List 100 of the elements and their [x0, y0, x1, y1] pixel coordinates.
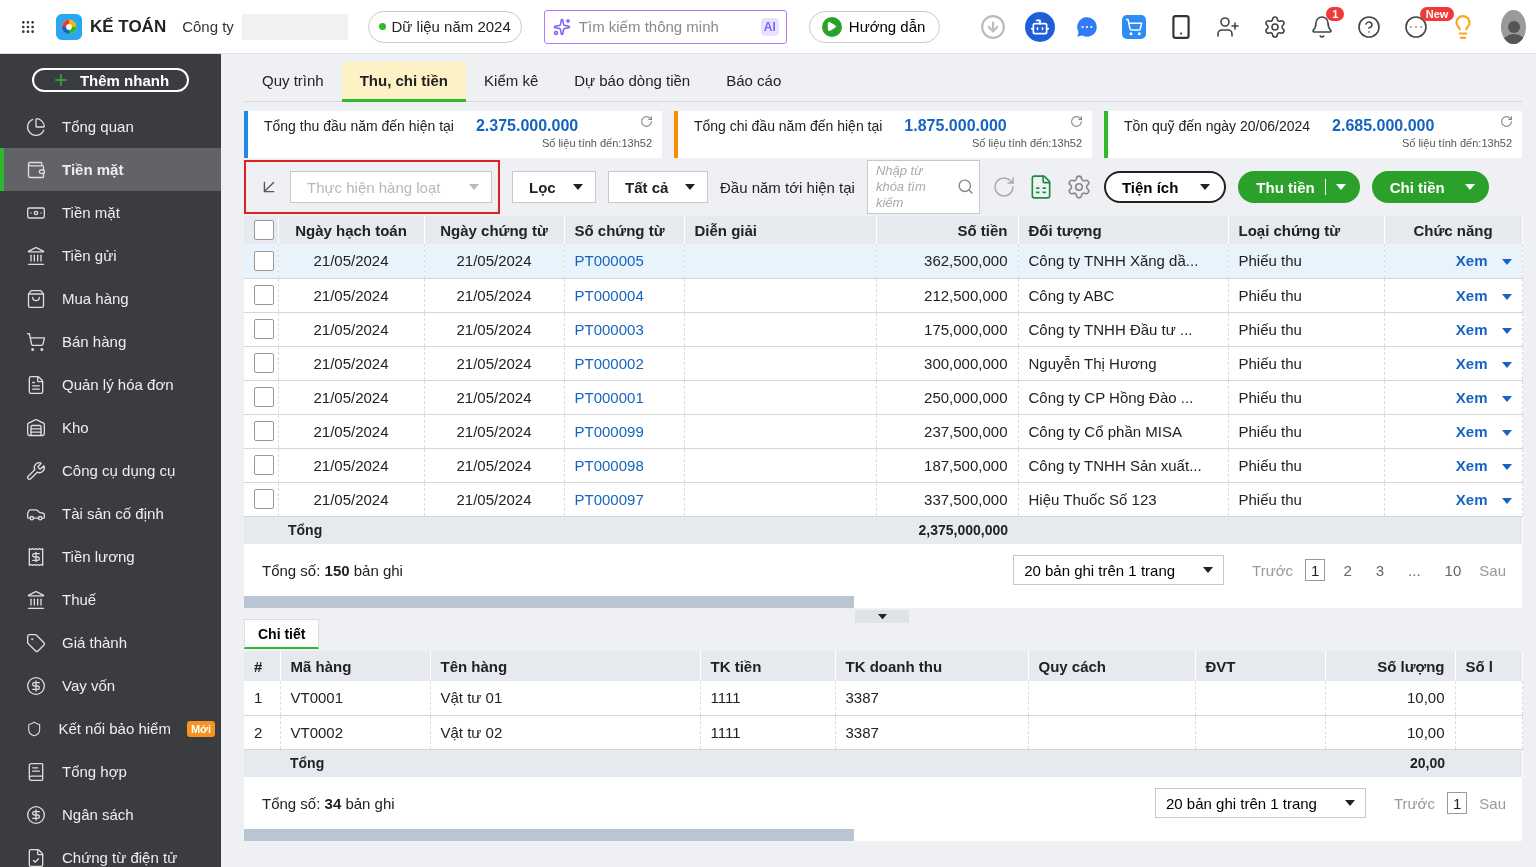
- tab[interactable]: Quy trình: [244, 62, 342, 102]
- utilities-button[interactable]: Tiện ích: [1103, 171, 1227, 203]
- table-row[interactable]: 21/05/2024 21/05/2024 PT000097 337,500,000 Hiệu Thuốc Số 123 Phiếu thu Xem: [244, 482, 1522, 516]
- table-row[interactable]: 21/05/2024 21/05/2024 PT000002 300,000,000 Nguyễn Thị Hương Phiếu thu Xem: [244, 346, 1522, 380]
- table-cell: Phiếu thu: [1228, 448, 1384, 482]
- page-size-select[interactable]: 20 bản ghi trên 1 trang: [1013, 555, 1225, 585]
- receipt-icon: [26, 546, 46, 567]
- checkbox[interactable]: [254, 319, 274, 339]
- document-number-link[interactable]: PT000005: [574, 252, 644, 270]
- checkbox[interactable]: [254, 387, 274, 407]
- checkbox[interactable]: [254, 353, 274, 373]
- caret-icon: [1344, 800, 1355, 806]
- document-number-link[interactable]: PT000002: [574, 354, 644, 372]
- view-link[interactable]: Xem: [1455, 422, 1488, 440]
- page-number[interactable]: 1: [1305, 559, 1326, 581]
- tab[interactable]: Thu, chi tiền: [341, 62, 467, 102]
- sidebar-item[interactable]: Tổng quan: [0, 105, 221, 148]
- more-actions-button[interactable]: [1501, 361, 1512, 368]
- refresh-icon[interactable]: [1500, 115, 1513, 128]
- refresh-icon[interactable]: [991, 175, 1016, 199]
- tag-icon: [26, 632, 46, 653]
- more-actions-button[interactable]: [1501, 327, 1512, 334]
- checkbox[interactable]: [254, 250, 274, 271]
- scope-select[interactable]: Tất cả: [608, 171, 708, 203]
- sidebar-label: Chứng từ điện tử: [62, 849, 178, 866]
- warehouse-icon: [26, 417, 46, 438]
- checkbox[interactable]: [254, 285, 274, 305]
- sidebar-item[interactable]: Chứng từ điện tử: [0, 836, 221, 867]
- more-actions-button[interactable]: [1501, 497, 1512, 504]
- sidebar-item[interactable]: Ngân sách: [0, 793, 221, 836]
- refresh-icon[interactable]: [1070, 115, 1083, 128]
- document-number-link[interactable]: PT000099: [574, 422, 644, 440]
- table-row[interactable]: 21/05/2024 21/05/2024 PT000005 362,500,000 Công ty TNHH Xăng dầ... Phiếu thu Xem: [244, 244, 1522, 278]
- sidebar-item[interactable]: Mua hàng: [0, 277, 221, 320]
- scrollbar[interactable]: [244, 829, 854, 841]
- table-row[interactable]: 21/05/2024 21/05/2024 PT000098 187,500,000 Công ty TNHH Sản xuất... Phiếu thu Xem: [244, 448, 1522, 482]
- document-number-link[interactable]: PT000097: [574, 490, 644, 508]
- collapse-handle[interactable]: [855, 610, 909, 623]
- quick-add-button[interactable]: Thêm nhanh: [32, 68, 189, 92]
- more-actions-button[interactable]: [1501, 259, 1512, 266]
- sidebar-item[interactable]: Quản lý hóa đơn: [0, 363, 221, 406]
- sidebar-item[interactable]: Tiền gửi: [0, 234, 221, 277]
- document-number-link[interactable]: PT000098: [574, 456, 644, 474]
- sidebar-item[interactable]: Tiền mặt: [0, 191, 221, 234]
- scrollbar[interactable]: [244, 596, 854, 608]
- sidebar-item[interactable]: Tài sản cố định: [0, 492, 221, 535]
- table-cell: Phiếu thu: [1228, 312, 1384, 346]
- sidebar-item[interactable]: Kho: [0, 406, 221, 449]
- brand-name: KẾ TOÁN: [89, 16, 167, 37]
- view-link[interactable]: Xem: [1455, 320, 1488, 338]
- document-number-link[interactable]: PT000004: [574, 286, 644, 304]
- more-actions-button[interactable]: [1501, 395, 1512, 402]
- keyword-search-field[interactable]: Nhập từ khóa tìm kiếm: [866, 160, 980, 214]
- detail-tab[interactable]: Chi tiết: [244, 619, 320, 649]
- table-cell: Phiếu thu: [1228, 244, 1384, 278]
- sidebar-item[interactable]: Vay vốn: [0, 664, 221, 707]
- table-cell: Công ty CP Hồng Đào ...: [1018, 380, 1228, 414]
- view-link[interactable]: Xem: [1455, 354, 1488, 372]
- sidebar-item[interactable]: Tiền lương: [0, 535, 221, 578]
- column-header: TK doanh thu: [835, 651, 1028, 681]
- tab[interactable]: Dự báo dòng tiền: [556, 62, 709, 102]
- sidebar-label: Ngân sách: [62, 806, 134, 823]
- sidebar-item[interactable]: Tổng hợp: [0, 750, 221, 793]
- checkbox[interactable]: [254, 220, 274, 240]
- avatar[interactable]: [1501, 9, 1526, 44]
- view-link[interactable]: Xem: [1455, 490, 1488, 508]
- tab[interactable]: Báo cáo: [708, 62, 800, 102]
- more-actions-button[interactable]: [1501, 429, 1512, 436]
- view-link[interactable]: Xem: [1455, 456, 1488, 474]
- table-row[interactable]: 21/05/2024 21/05/2024 PT000099 237,500,000 Công ty Cổ phần MISA Phiếu thu Xem: [244, 414, 1522, 448]
- view-link[interactable]: Xem: [1455, 286, 1488, 304]
- guide-button[interactable]: Hướng dẫn: [808, 10, 941, 43]
- checkbox[interactable]: [254, 455, 274, 475]
- sidebar-item[interactable]: Công cụ dụng cụ: [0, 449, 221, 492]
- checkbox[interactable]: [254, 489, 274, 509]
- tab[interactable]: Kiểm kê: [466, 62, 557, 102]
- table-row[interactable]: 21/05/2024 21/05/2024 PT000001 250,000,000 Công ty CP Hồng Đào ... Phiếu thu Xem: [244, 380, 1522, 414]
- more-actions-button[interactable]: [1501, 463, 1512, 470]
- filter-select[interactable]: Lọc: [512, 171, 596, 203]
- sidebar-item[interactable]: Giá thành: [0, 621, 221, 664]
- column-header: Mã hàng: [280, 651, 430, 681]
- sidebar-item[interactable]: Bán hàng: [0, 320, 221, 363]
- bank-icon: [26, 589, 46, 610]
- table-cell: Công ty Cổ phần MISA: [1018, 414, 1228, 448]
- sidebar-item[interactable]: Kết nối bảo hiểm Mới: [0, 707, 221, 750]
- refresh-icon[interactable]: [640, 115, 653, 128]
- page-number[interactable]: 1: [1446, 792, 1468, 814]
- table-row[interactable]: 21/05/2024 21/05/2024 PT000003 175,000,000 Công ty TNHH Đầu tư ... Phiếu thu Xem: [244, 312, 1522, 346]
- more-actions-button[interactable]: [1501, 293, 1512, 300]
- sidebar-item[interactable]: Tiền mặt: [0, 148, 221, 191]
- caret-icon: [1203, 567, 1214, 573]
- sidebar-item[interactable]: Thuế: [0, 578, 221, 621]
- checkbox[interactable]: [254, 421, 274, 441]
- table-row[interactable]: 21/05/2024 21/05/2024 PT000004 212,500,000 Công ty ABC Phiếu thu Xem: [244, 278, 1522, 312]
- view-link[interactable]: Xem: [1455, 252, 1488, 270]
- view-link[interactable]: Xem: [1455, 388, 1488, 406]
- document-number-link[interactable]: PT000003: [574, 320, 644, 338]
- page-size-select[interactable]: 20 bản ghi trên 1 trang: [1155, 788, 1366, 818]
- column-header: Ngày chứng từ: [424, 216, 564, 244]
- document-number-link[interactable]: PT000001: [574, 388, 644, 406]
